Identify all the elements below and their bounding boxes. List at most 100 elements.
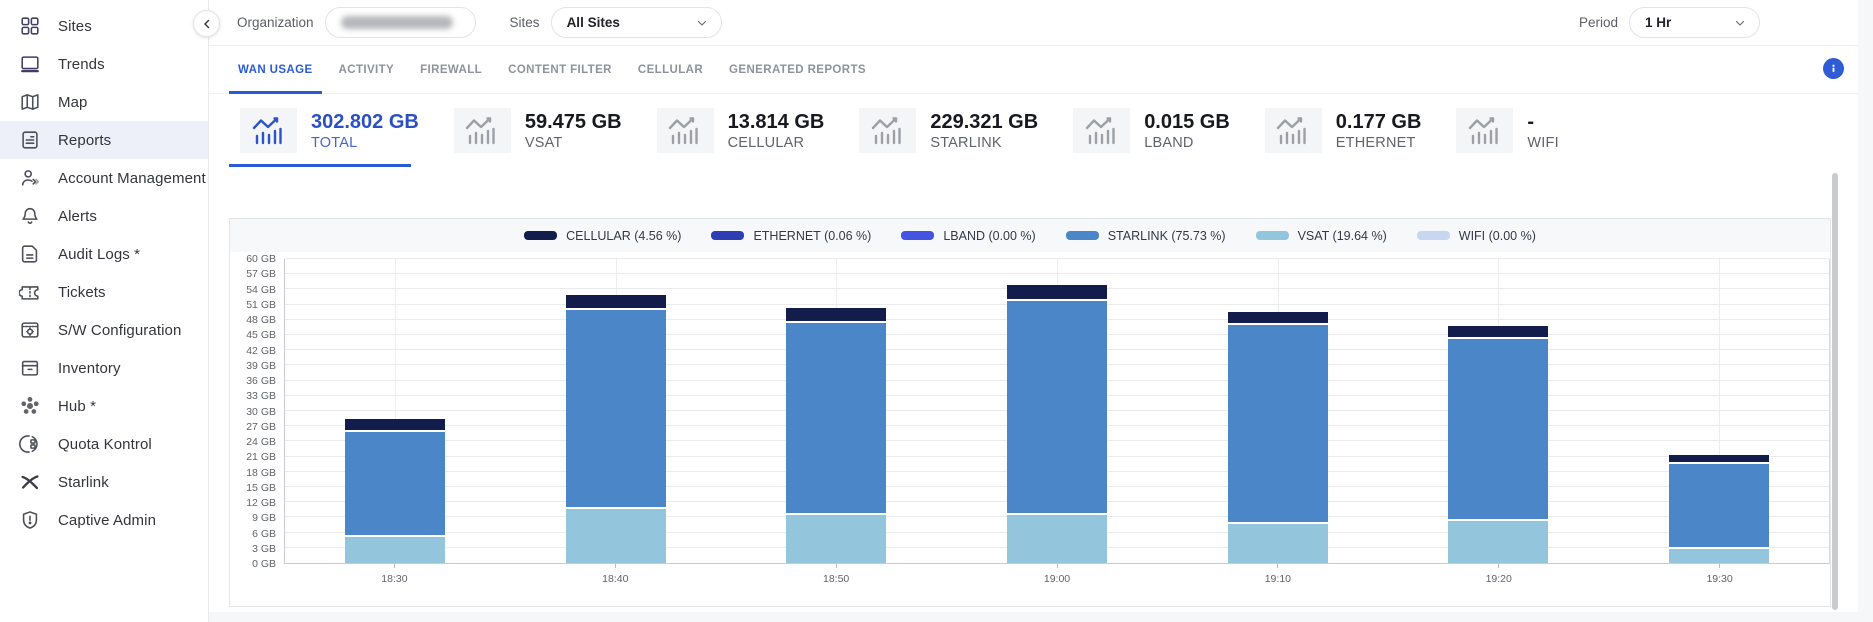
- sidebar-item-audit-logs[interactable]: Audit Logs *: [0, 235, 208, 273]
- y-tick-label: 54 GB: [246, 284, 276, 296]
- y-tick-label: 48 GB: [246, 314, 276, 326]
- chart-trend-icon: [1265, 108, 1322, 153]
- period-value: 1 Hr: [1645, 15, 1671, 30]
- x-tick-label: 19:30: [1706, 573, 1732, 585]
- stats-row: 302.802 GBTOTAL 59.475 GB VSAT 13.814 GBCEL…: [209, 94, 1858, 182]
- sidebar-item-label: Quota Kontrol: [58, 436, 152, 453]
- sidebar-item-sites[interactable]: Sites: [0, 7, 208, 45]
- stacked-bar: [1007, 259, 1107, 563]
- x-tick-label: 18:40: [602, 573, 628, 585]
- y-tick-label: 51 GB: [246, 299, 276, 311]
- bar-segment-cellular: [786, 308, 886, 321]
- sites-select[interactable]: All Sites: [551, 7, 722, 38]
- legend-swatch: [1066, 231, 1099, 240]
- sidebar-item-label: Tickets: [58, 284, 106, 301]
- tab-firewall[interactable]: FIREWALL: [411, 46, 491, 93]
- legend-item-wifi[interactable]: WIFI (0.00 %): [1417, 229, 1536, 243]
- sidebar-item-account-management[interactable]: Account Management: [0, 159, 208, 197]
- sidebar-item-map[interactable]: Map: [0, 83, 208, 121]
- info-icon[interactable]: [1823, 58, 1844, 79]
- bar-segment-vsat: [345, 535, 445, 563]
- organization-select[interactable]: [325, 7, 476, 38]
- stacked-bar: [345, 259, 445, 563]
- bar-segment-cellular: [1669, 455, 1769, 462]
- stat-card-vsat[interactable]: 59.475 GB VSAT: [443, 108, 646, 153]
- vertical-scrollbar[interactable]: [1832, 173, 1838, 610]
- period-select[interactable]: 1 Hr: [1629, 7, 1760, 38]
- stat-card-wifi[interactable]: -WIFI: [1445, 108, 1582, 153]
- stat-value: 59.475 GB: [525, 111, 622, 133]
- map-icon: [19, 91, 41, 113]
- chevron-left-icon: [201, 18, 213, 30]
- tab-cellular[interactable]: CELLULAR: [629, 46, 712, 93]
- tab-generated-reports[interactable]: GENERATED REPORTS: [720, 46, 875, 93]
- bell-icon: [19, 205, 41, 227]
- sidebar-item-hub[interactable]: Hub *: [0, 387, 208, 425]
- tab-content-filter[interactable]: CONTENT FILTER: [499, 46, 621, 93]
- sidebar-item-tickets[interactable]: Tickets: [0, 273, 208, 311]
- sidebar-nav: Sites Trends MapReports Account Management A…: [0, 7, 208, 539]
- tab-activity[interactable]: ACTIVITY: [330, 46, 404, 93]
- legend-label: LBAND (0.00 %): [943, 229, 1035, 243]
- legend-label: WIFI (0.00 %): [1459, 229, 1536, 243]
- top-bar: Organization Sites All Sites Period 1 Hr: [209, 0, 1858, 46]
- back-button[interactable]: [193, 10, 220, 37]
- sidebar-item-label: S/W Configuration: [58, 322, 181, 339]
- sidebar-item-inventory[interactable]: Inventory: [0, 349, 208, 387]
- bar-segment-cellular: [566, 295, 666, 308]
- x-tick-label: 19:20: [1486, 573, 1512, 585]
- sidebar-item-reports[interactable]: Reports: [0, 121, 208, 159]
- stacked-bar: [786, 259, 886, 563]
- sidebar-item-label: Starlink: [58, 474, 109, 491]
- stat-card-ethernet[interactable]: 0.177 GBETHERNET: [1254, 108, 1446, 153]
- legend-item-starlink[interactable]: STARLINK (75.73 %): [1066, 229, 1226, 243]
- stat-value: 13.814 GB: [728, 111, 825, 133]
- tick-mark: [1719, 564, 1720, 568]
- tick-mark: [394, 564, 395, 568]
- stat-card-total[interactable]: 302.802 GBTOTAL: [229, 108, 443, 153]
- bar-group-18-30: [285, 259, 506, 563]
- x-tick-19-20: 19:20: [1388, 564, 1609, 594]
- sidebar-item-alerts[interactable]: Alerts: [0, 197, 208, 235]
- sites-label: Sites: [510, 15, 540, 30]
- bar-group-19-30: [1608, 259, 1829, 563]
- legend-swatch: [524, 231, 557, 240]
- bar-segment-starlink: [786, 321, 886, 514]
- x-tick-19-10: 19:10: [1167, 564, 1388, 594]
- y-tick-label: 36 GB: [246, 375, 276, 387]
- legend-item-ethernet[interactable]: ETHERNET (0.06 %): [711, 229, 871, 243]
- sidebar-item-starlink[interactable]: Starlink: [0, 463, 208, 501]
- y-tick-label: 33 GB: [246, 390, 276, 402]
- tab-wan-usage[interactable]: WAN USAGE: [229, 46, 322, 93]
- tick-mark: [1498, 564, 1499, 568]
- document-icon: [19, 243, 41, 265]
- stat-label: VSAT: [525, 135, 622, 151]
- sidebar-item-trends[interactable]: Trends: [0, 45, 208, 83]
- plot-area: [284, 259, 1830, 564]
- sidebar-item-s-w-configuration[interactable]: S/W Configuration: [0, 311, 208, 349]
- sidebar-item-label: Hub *: [58, 398, 96, 415]
- stat-card-cellular[interactable]: 13.814 GBCELLULAR: [646, 108, 849, 153]
- bar-segment-vsat: [786, 513, 886, 563]
- legend-item-cellular[interactable]: CELLULAR (4.56 %): [524, 229, 681, 243]
- stat-card-lband[interactable]: 0.015 GBLBAND: [1062, 108, 1254, 153]
- stacked-bar: [1448, 259, 1548, 563]
- window-gear-icon: [19, 319, 41, 341]
- sidebar-item-label: Trends: [58, 56, 105, 73]
- legend-swatch: [711, 231, 744, 240]
- tick-mark: [1057, 564, 1058, 568]
- bar-segment-vsat: [1448, 519, 1548, 563]
- shield-icon: [19, 509, 41, 531]
- sidebar-item-quota-kontrol[interactable]: Quota Kontrol: [0, 425, 208, 463]
- y-tick-label: 3 GB: [252, 543, 276, 555]
- x-tick-label: 18:50: [823, 573, 849, 585]
- tick-mark: [1277, 564, 1278, 568]
- legend-item-lband[interactable]: LBAND (0.00 %): [901, 229, 1035, 243]
- bar-segment-vsat: [1228, 522, 1328, 563]
- legend-item-vsat[interactable]: VSAT (19.64 %): [1256, 229, 1387, 243]
- sidebar-item-captive-admin[interactable]: Captive Admin: [0, 501, 208, 539]
- sidebar-item-label: Account Management: [58, 170, 206, 187]
- hub-icon: [19, 395, 41, 417]
- stat-card-starlink[interactable]: 229.321 GBSTARLINK: [848, 108, 1062, 153]
- x-tick-18-50: 18:50: [726, 564, 947, 594]
